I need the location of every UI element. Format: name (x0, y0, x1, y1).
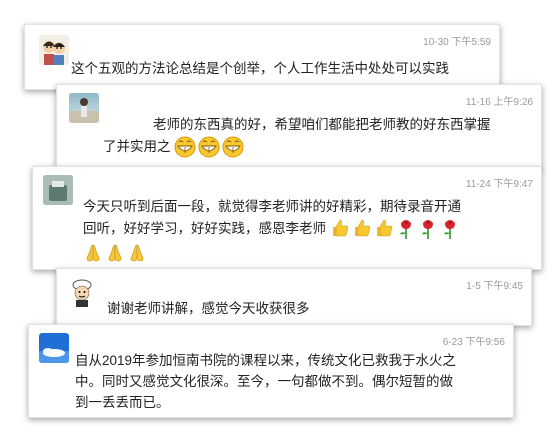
pray-icon (130, 244, 144, 262)
pray-icon (108, 244, 122, 262)
photo-avatar-icon (43, 175, 73, 205)
comment-time: 10-30 下午5:59 (423, 37, 491, 48)
rose-icon (399, 220, 411, 240)
rose-icon (421, 220, 433, 240)
emoji-row (174, 136, 244, 158)
comment-card-3: 11-24 下午9:47 今天只听到后面一段，就觉得李老师讲的好精彩，期待录音开… (32, 166, 542, 270)
comment-text: 谢谢老师讲解，感觉今天收获很多 (107, 301, 310, 316)
comment-time: 11-16 上午9:26 (465, 97, 533, 108)
comment-text-line-1: 今天只听到后面一段，就觉得李老师讲的好精彩，期待录音开通 (83, 199, 461, 214)
comment-time: 1-5 下午9:45 (466, 281, 523, 292)
rose-icon (443, 220, 455, 240)
comment-text-line-1: 老师的东西真的好，希望咱们都能把老师教的好东西掌握 (153, 117, 491, 132)
comment-card-5: 6-23 下午9:56 自从2019年参加恒南书院的课程以来，传统文化已救我于水… (28, 324, 514, 418)
cartoon-couple-avatar-icon (43, 41, 65, 65)
comment-card-4: 1-5 下午9:45 谢谢老师讲解，感觉今天收获很多 (56, 268, 532, 326)
comment-text-line-2-text: 回听，好好学习，好好实践，感恩李老师 (83, 221, 326, 236)
comment-card-2: 11-16 上午9:26 老师的东西真的好，希望咱们都能把老师教的好东西掌握 了… (56, 84, 542, 170)
sky-photo-avatar-icon (39, 333, 69, 363)
comment-text-line-3: 到一丢丢而已。 (75, 395, 170, 410)
thumbs-up-icon (332, 220, 348, 237)
grin-icon (222, 136, 244, 158)
grin-icon (174, 136, 196, 158)
comment-emoji-line-3 (83, 241, 147, 265)
emoji-row (330, 218, 460, 240)
cartoon-chef-avatar-icon (72, 279, 92, 307)
comment-text-line-2: 了并实用之 (103, 135, 244, 159)
pray-icon (86, 244, 100, 262)
avatar[interactable] (39, 333, 69, 363)
grin-icon (198, 136, 220, 158)
avatar[interactable] (67, 277, 97, 307)
avatar[interactable] (43, 175, 73, 205)
comment-text: 这个五观的方法论总结是个创举，个人工作生活中处处可以实践 (71, 61, 449, 76)
comment-time: 11-24 下午9:47 (465, 179, 533, 190)
comment-text-line-2: 回听，好好学习，好好实践，感恩李老师 (83, 217, 460, 241)
emoji-row (83, 243, 147, 263)
avatar[interactable] (69, 93, 99, 123)
photo-avatar-icon (69, 98, 99, 123)
thumbs-up-icon (354, 220, 370, 237)
comment-time: 6-23 下午9:56 (442, 337, 505, 348)
comment-text-line-2-text: 了并实用之 (103, 139, 171, 154)
avatar[interactable] (39, 35, 69, 65)
comment-card-1: 10-30 下午5:59 这个五观的方法论总结是个创举，个人工作生活中处处可以实… (24, 24, 500, 90)
thumbs-up-icon (376, 220, 392, 237)
